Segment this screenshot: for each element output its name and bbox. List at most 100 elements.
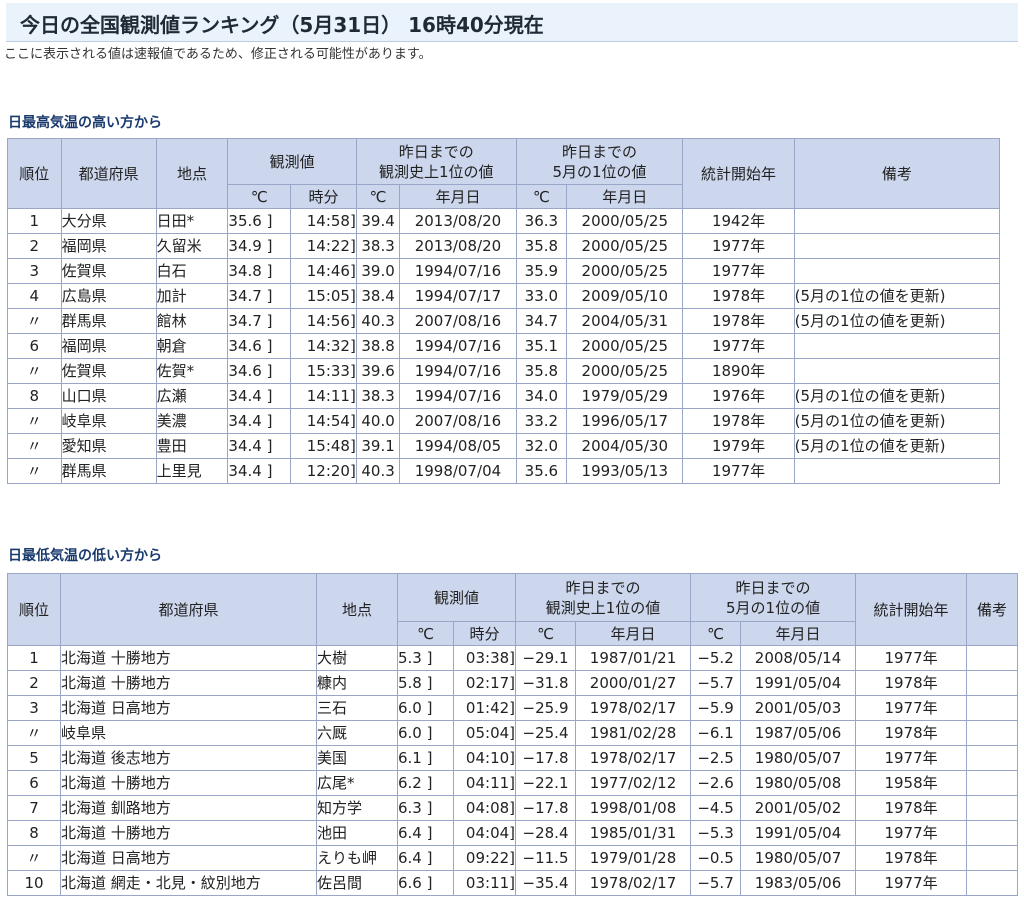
cell-record-date: 1994/07/16: [399, 383, 517, 409]
cell-pref: 広島県: [60, 283, 157, 309]
cell-note: [966, 720, 1019, 746]
subheader-celsius: ℃: [515, 184, 568, 209]
cell-may-date: 1993/05/13: [566, 458, 684, 484]
cell-rank: 1: [7, 208, 62, 234]
cell-time: 15:05]: [290, 283, 357, 309]
col-header-observed: 観測値: [396, 573, 517, 622]
high-temp-table: 順位 都道府県 地点 観測値 昨日までの 観測史上1位の値 昨日までの 5月の1…: [7, 138, 1001, 484]
cell-pref: 岐阜県: [60, 408, 157, 434]
cell-time: 05:04]: [452, 720, 517, 746]
subheader-date: 年月日: [399, 184, 517, 209]
cell-value: 34.6 ]: [227, 333, 292, 359]
cell-record-date: 1994/08/05: [399, 433, 517, 459]
cell-may-value: −5.2: [690, 645, 742, 671]
cell-record-value: 39.4: [355, 208, 401, 234]
cell-record-value: 39.1: [355, 433, 401, 459]
subheader-celsius: ℃: [690, 621, 742, 646]
cell-may-date: 1980/05/08: [740, 770, 857, 796]
cell-may-value: 33.2: [515, 408, 568, 434]
cell-record-date: 1979/01/28: [575, 845, 692, 871]
cell-note: (5月の1位の値を更新): [793, 383, 1001, 409]
table-row: 8 山口県 広瀬 34.4 ] 14:11] 38.3 1994/07/16 34.0 1979…: [7, 383, 1001, 409]
cell-time: 04:11]: [452, 770, 517, 796]
cell-value: 34.4 ]: [227, 433, 292, 459]
cell-record-date: 1978/02/17: [575, 745, 692, 771]
cell-may-date: 1983/05/06: [740, 870, 857, 896]
col-header-record-all: 昨日までの 観測史上1位の値: [515, 573, 692, 622]
cell-record-value: −29.1: [515, 645, 577, 671]
cell-stat-start: 1977年: [855, 820, 968, 846]
cell-station: 上里見: [155, 458, 229, 484]
cell-time: 14:46]: [290, 258, 357, 284]
table-row: 5 北海道 後志地方 美国 6.1 ] 04:10] −17.8 1978/02/17 −2.…: [7, 745, 1019, 771]
cell-record-date: 1987/01/21: [575, 645, 692, 671]
subheader-time: 時分: [290, 184, 357, 209]
cell-may-date: 1980/05/07: [740, 745, 857, 771]
cell-rank: 4: [7, 283, 62, 309]
cell-time: 03:11]: [452, 870, 517, 896]
cell-may-date: 2001/05/02: [740, 795, 857, 821]
cell-note: [793, 333, 1001, 359]
cell-stat-start: 1890年: [682, 358, 795, 384]
cell-value: 34.7 ]: [227, 283, 292, 309]
cell-station: 朝倉: [155, 333, 229, 359]
cell-value: 34.7 ]: [227, 308, 292, 334]
cell-record-date: 1978/02/17: [575, 695, 692, 721]
cell-may-value: −5.7: [690, 670, 742, 696]
section-title-high: 日最高気温の高い方から: [8, 115, 162, 131]
cell-time: 04:04]: [452, 820, 517, 846]
cell-note: [793, 233, 1001, 259]
cell-note: (5月の1位の値を更新): [793, 283, 1001, 309]
cell-record-value: −25.9: [515, 695, 577, 721]
cell-stat-start: 1978年: [855, 670, 968, 696]
cell-may-date: 2000/05/25: [566, 358, 684, 384]
cell-station: 六厩: [316, 720, 398, 746]
cell-note: [966, 745, 1019, 771]
table-row: 7 北海道 釧路地方 知方学 6.3 ] 04:08] −17.8 1998/01/08 −4…: [7, 795, 1019, 821]
cell-pref: 北海道 日高地方: [60, 695, 317, 721]
cell-record-value: −28.4: [515, 820, 577, 846]
cell-value: 6.0 ]: [397, 695, 454, 721]
cell-rank: 〃: [7, 308, 62, 334]
cell-station: 美国: [316, 745, 398, 771]
cell-stat-start: 1977年: [682, 258, 795, 284]
cell-station: 知方学: [316, 795, 398, 821]
cell-may-date: 2000/05/25: [566, 333, 684, 359]
cell-rank: 5: [7, 745, 61, 771]
cell-rank: 6: [7, 770, 61, 796]
cell-pref: 北海道 後志地方: [60, 745, 317, 771]
cell-record-date: 1978/02/17: [575, 870, 692, 896]
cell-note: [966, 870, 1019, 896]
cell-record-value: 38.8: [355, 333, 401, 359]
cell-station: 佐呂間: [316, 870, 398, 896]
cell-record-value: 40.3: [355, 308, 401, 334]
cell-station: 加計: [155, 283, 229, 309]
cell-may-value: 35.6: [515, 458, 568, 484]
col-header-record-may: 昨日までの 5月の1位の値: [515, 138, 684, 185]
cell-pref: 佐賀県: [60, 358, 157, 384]
col-header-stat-start: 統計開始年: [855, 573, 968, 646]
table-row: 10 北海道 網走・北見・紋別地方 佐呂間 6.6 ] 03:11] −35.4 1978/…: [7, 870, 1019, 896]
cell-may-date: 1991/05/04: [740, 670, 857, 696]
col-header-stat-start: 統計開始年: [682, 138, 795, 209]
cell-stat-start: 1942年: [682, 208, 795, 234]
cell-record-date: 1981/02/28: [575, 720, 692, 746]
cell-value: 34.6 ]: [227, 358, 292, 384]
title-bar: 今日の全国観測値ランキング（5月31日） 16時40分現在: [6, 3, 1018, 42]
preliminary-notice: ここに表示される値は速報値であるため、修正される可能性があります。: [4, 47, 432, 62]
cell-value: 5.8 ]: [397, 670, 454, 696]
cell-time: 04:10]: [452, 745, 517, 771]
cell-pref: 岐阜県: [60, 720, 317, 746]
cell-may-value: 36.3: [515, 208, 568, 234]
cell-stat-start: 1976年: [682, 383, 795, 409]
cell-value: 6.6 ]: [397, 870, 454, 896]
subheader-date: 年月日: [566, 184, 684, 209]
col-header-record-all: 昨日までの 観測史上1位の値: [355, 138, 517, 185]
cell-note: [793, 358, 1001, 384]
cell-stat-start: 1979年: [682, 433, 795, 459]
subheader-time: 時分: [452, 621, 517, 646]
subheader-celsius: ℃: [397, 621, 454, 646]
cell-may-value: −0.5: [690, 845, 742, 871]
cell-rank: 6: [7, 333, 62, 359]
cell-pref: 群馬県: [60, 458, 157, 484]
